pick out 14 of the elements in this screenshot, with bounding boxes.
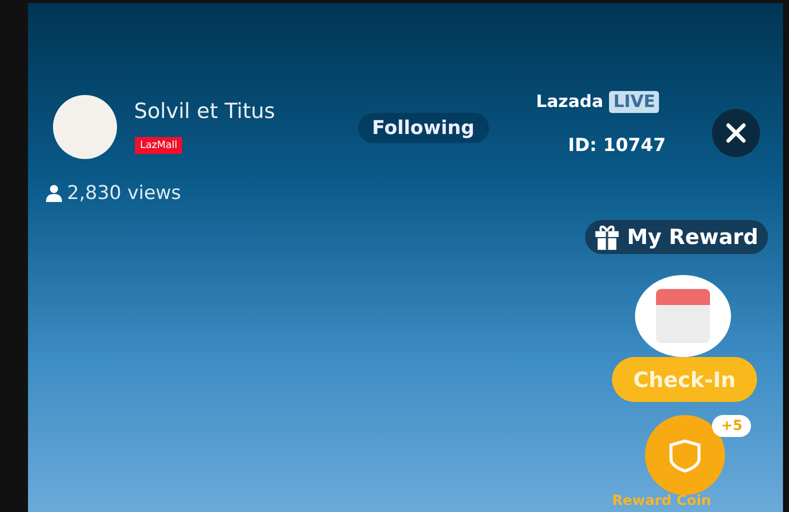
close-button[interactable] bbox=[712, 109, 760, 157]
brand-name: Lazada bbox=[536, 92, 604, 112]
bonus-bubble: +5 bbox=[712, 415, 752, 437]
live-tag: LIVE bbox=[609, 91, 660, 113]
view-count: 2,830 views bbox=[67, 182, 182, 204]
person-icon bbox=[46, 184, 62, 202]
gift-icon bbox=[593, 223, 621, 251]
stream-id: ID: 10747 bbox=[568, 135, 666, 156]
close-icon bbox=[725, 122, 747, 144]
streamer-name: Solvil et Titus bbox=[134, 99, 276, 123]
following-button[interactable]: Following bbox=[358, 113, 489, 143]
store-badge: LazMall bbox=[135, 137, 182, 154]
my-reward-button[interactable]: My Reward bbox=[585, 220, 768, 254]
reward-coin-label: Reward Coin bbox=[612, 493, 712, 509]
